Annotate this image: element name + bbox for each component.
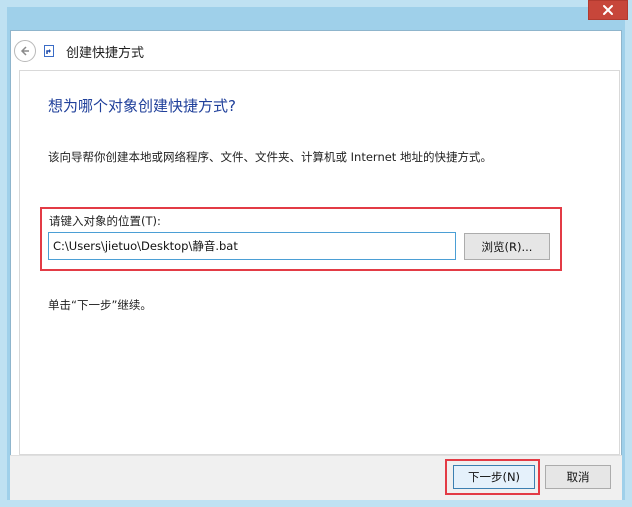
- close-button[interactable]: [588, 0, 628, 20]
- browse-button[interactable]: 浏览(R)...: [464, 233, 550, 260]
- back-arrow-icon: [20, 46, 29, 56]
- description-text: 该向导帮你创建本地或网络程序、文件、文件夹、计算机或 Internet 地址的快…: [48, 150, 492, 164]
- location-input[interactable]: [48, 232, 456, 260]
- hint-text: 单击“下一步”继续。: [48, 298, 152, 312]
- next-button[interactable]: 下一步(N): [453, 465, 535, 489]
- location-label: 请键入对象的位置(T):: [49, 214, 161, 228]
- back-button[interactable]: [14, 40, 36, 62]
- close-icon: [603, 5, 613, 15]
- cancel-button[interactable]: 取消: [545, 465, 611, 489]
- window-title: 创建快捷方式: [66, 46, 145, 61]
- page-heading: 想为哪个对象创建快捷方式?: [48, 97, 236, 115]
- shortcut-icon: [44, 45, 54, 57]
